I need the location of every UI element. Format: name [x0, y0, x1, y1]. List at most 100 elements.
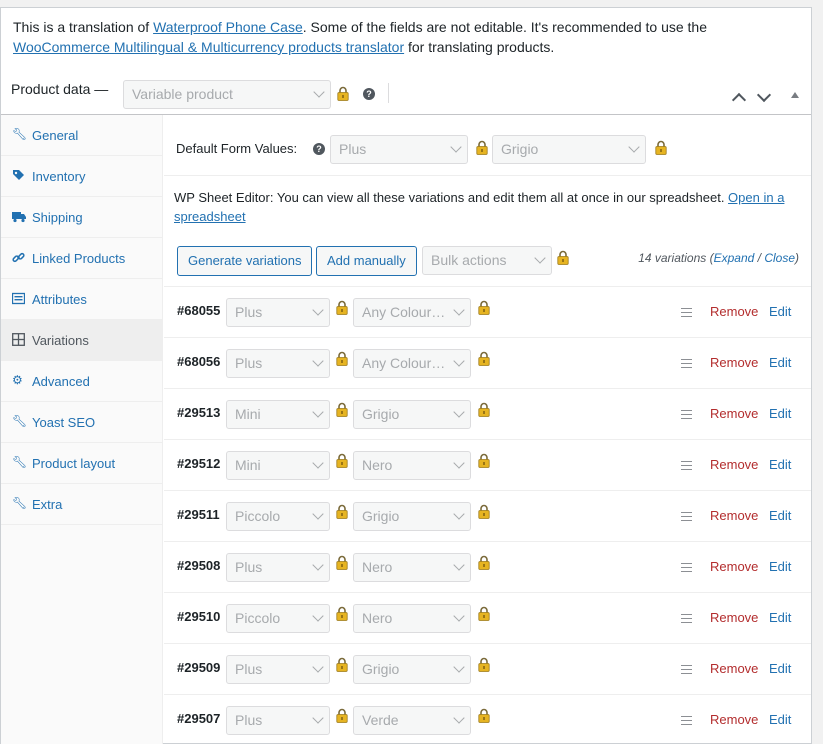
chevron-down-icon: [453, 559, 465, 571]
variation-row[interactable]: #29512 Mini Nero Remove Edit: [164, 439, 811, 490]
variation-id: #29508: [177, 558, 221, 573]
variation-colour-value: Nero: [362, 457, 393, 473]
variation-size-select[interactable]: Plus: [226, 655, 330, 684]
drag-handle-icon[interactable]: [681, 359, 692, 368]
edit-variation-link[interactable]: Edit: [769, 610, 791, 625]
default-size-select[interactable]: Plus: [330, 135, 468, 164]
sheet-editor-notice: WP Sheet Editor: You can view all these …: [174, 188, 804, 226]
move-up-icon[interactable]: [731, 90, 747, 106]
edit-variation-link[interactable]: Edit: [769, 355, 791, 370]
edit-variation-link[interactable]: Edit: [769, 457, 791, 472]
edit-variation-link[interactable]: Edit: [769, 559, 791, 574]
remove-variation-link[interactable]: Remove: [710, 406, 758, 421]
variation-colour-value: Grigio: [362, 406, 400, 422]
tab-attributes[interactable]: Attributes: [1, 279, 162, 320]
tab-inventory[interactable]: Inventory: [1, 156, 162, 197]
variation-colour-select[interactable]: Any Colour…: [353, 349, 471, 378]
remove-variation-link[interactable]: Remove: [710, 559, 758, 574]
product-data-header: Product data — Variable product ?: [1, 71, 811, 115]
lock-icon: [478, 555, 490, 570]
variation-colour-select[interactable]: Grigio: [353, 502, 471, 531]
variation-colour-select[interactable]: Nero: [353, 553, 471, 582]
chevron-down-icon: [312, 304, 324, 316]
variation-row[interactable]: #29511 Piccolo Grigio Remove Edit: [164, 490, 811, 541]
tab-label: Shipping: [32, 210, 83, 225]
remove-variation-link[interactable]: Remove: [710, 355, 758, 370]
close-link[interactable]: Close: [764, 251, 795, 265]
drag-handle-icon[interactable]: [681, 461, 692, 470]
bulk-actions-value: Bulk actions: [431, 252, 507, 268]
variation-row[interactable]: #68055 Plus Any Colour… Remove Edit: [164, 286, 811, 337]
generate-variations-button[interactable]: Generate variations: [177, 246, 313, 276]
variation-colour-select[interactable]: Grigio: [353, 655, 471, 684]
lock-icon: [478, 402, 490, 417]
bulk-actions-select[interactable]: Bulk actions: [422, 246, 552, 275]
chevron-down-icon: [312, 559, 324, 571]
tab-advanced[interactable]: ⚙︎ Advanced: [1, 361, 162, 402]
variation-size-select[interactable]: Mini: [226, 451, 330, 480]
variation-colour-select[interactable]: Any Colour…: [353, 298, 471, 327]
default-colour-select[interactable]: Grigio: [492, 135, 646, 164]
drag-handle-icon[interactable]: [681, 614, 692, 623]
variation-size-select[interactable]: Mini: [226, 400, 330, 429]
variation-colour-select[interactable]: Verde: [353, 706, 471, 735]
variation-colour-select[interactable]: Nero: [353, 451, 471, 480]
tab-general[interactable]: 🔧︎ General: [1, 115, 162, 156]
variation-row[interactable]: #29513 Mini Grigio Remove Edit: [164, 388, 811, 439]
drag-handle-icon[interactable]: [681, 410, 692, 419]
help-icon[interactable]: ?: [363, 88, 375, 100]
variation-size-select[interactable]: Plus: [226, 298, 330, 327]
remove-variation-link[interactable]: Remove: [710, 304, 758, 319]
variation-size-select[interactable]: Piccolo: [226, 604, 330, 633]
variation-size-select[interactable]: Plus: [226, 706, 330, 735]
lock-icon: [336, 504, 348, 519]
variation-colour-select[interactable]: Nero: [353, 604, 471, 633]
variation-row[interactable]: #29509 Plus Grigio Remove Edit: [164, 643, 811, 694]
drag-handle-icon[interactable]: [681, 716, 692, 725]
tab-shipping[interactable]: Shipping: [1, 197, 162, 238]
remove-variation-link[interactable]: Remove: [710, 661, 758, 676]
drag-handle-icon[interactable]: [681, 665, 692, 674]
edit-variation-link[interactable]: Edit: [769, 712, 791, 727]
chevron-down-icon: [453, 661, 465, 673]
variation-row[interactable]: #68056 Plus Any Colour… Remove Edit: [164, 337, 811, 388]
remove-variation-link[interactable]: Remove: [710, 712, 758, 727]
help-icon[interactable]: ?: [313, 143, 325, 155]
lock-icon: [478, 657, 490, 672]
variation-id: #29510: [177, 609, 221, 624]
tab-product-layout[interactable]: 🔧︎ Product layout: [1, 443, 162, 484]
product-type-select[interactable]: Variable product: [123, 80, 331, 109]
remove-variation-link[interactable]: Remove: [710, 610, 758, 625]
chevron-down-icon: [312, 610, 324, 622]
tab-variations[interactable]: Variations: [1, 320, 162, 361]
product-link[interactable]: Waterproof Phone Case: [153, 19, 303, 35]
variation-size-select[interactable]: Piccolo: [226, 502, 330, 531]
tab-linked-products[interactable]: Linked Products: [1, 238, 162, 279]
tab-yoast-seo[interactable]: 🔧︎ Yoast SEO: [1, 402, 162, 443]
translator-link[interactable]: WooCommerce Multilingual & Multicurrency…: [13, 39, 404, 55]
tab-extra[interactable]: 🔧︎ Extra: [1, 484, 162, 525]
truck-icon: [12, 210, 26, 223]
expand-link[interactable]: Expand: [714, 251, 755, 265]
drag-handle-icon[interactable]: [681, 308, 692, 317]
variation-row[interactable]: #29510 Piccolo Nero Remove Edit: [164, 592, 811, 643]
edit-variation-link[interactable]: Edit: [769, 661, 791, 676]
variation-size-select[interactable]: Plus: [226, 553, 330, 582]
move-down-icon[interactable]: [756, 90, 772, 106]
edit-variation-link[interactable]: Edit: [769, 406, 791, 421]
drag-handle-icon[interactable]: [681, 563, 692, 572]
edit-variation-link[interactable]: Edit: [769, 508, 791, 523]
variation-row[interactable]: #29507 Plus Verde Remove Edit: [164, 694, 811, 744]
tab-label: Advanced: [32, 374, 90, 389]
drag-handle-icon[interactable]: [681, 512, 692, 521]
variation-size-select[interactable]: Plus: [226, 349, 330, 378]
chevron-down-icon: [453, 712, 465, 724]
edit-variation-link[interactable]: Edit: [769, 304, 791, 319]
add-manually-button[interactable]: Add manually: [316, 246, 417, 276]
tab-label: General: [32, 128, 79, 143]
variation-row[interactable]: #29508 Plus Nero Remove Edit: [164, 541, 811, 592]
remove-variation-link[interactable]: Remove: [710, 457, 758, 472]
variation-colour-select[interactable]: Grigio: [353, 400, 471, 429]
toggle-panel-icon[interactable]: [791, 92, 799, 98]
remove-variation-link[interactable]: Remove: [710, 508, 758, 523]
